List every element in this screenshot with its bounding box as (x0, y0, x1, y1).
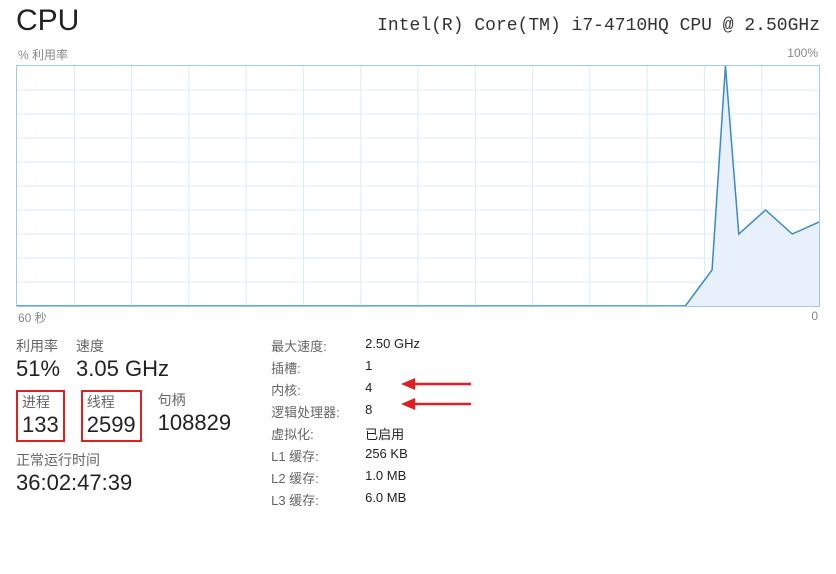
stat-handles-label: 句柄 (158, 390, 231, 410)
detail-logical-label: 逻辑处理器: (271, 402, 365, 421)
detail-cores-label: 内核: (271, 380, 365, 399)
detail-l3-value: 6.0 MB (365, 490, 406, 509)
detail-logical: 逻辑处理器: 8 (271, 402, 420, 421)
stat-utilization-label: 利用率 (16, 336, 60, 356)
stats-section: 利用率 51% 速度 3.05 GHz 进程 133 线程 2599 句柄 10… (16, 336, 820, 509)
left-stats: 利用率 51% 速度 3.05 GHz 进程 133 线程 2599 句柄 10… (16, 336, 231, 509)
cpu-chart (16, 65, 820, 307)
detail-l2-value: 1.0 MB (365, 468, 406, 487)
chart-y-max: 100% (787, 46, 818, 63)
stat-processes-highlighted: 进程 133 (16, 390, 65, 442)
detail-virtualization-label: 虚拟化: (271, 424, 365, 443)
detail-l1: L1 缓存: 256 KB (271, 446, 420, 465)
chart-x-min: 0 (811, 309, 818, 326)
detail-l2-label: L2 缓存: (271, 468, 365, 487)
chart-bottom-labels: 60 秒 0 (16, 307, 820, 336)
stat-handles-value: 108829 (158, 410, 231, 436)
detail-max-speed-value: 2.50 GHz (365, 336, 420, 355)
detail-sockets-label: 插槽: (271, 358, 365, 377)
detail-l3: L3 缓存: 6.0 MB (271, 490, 420, 509)
header: CPU Intel(R) Core(TM) i7-4710HQ CPU @ 2.… (16, 0, 820, 46)
page-title: CPU (16, 4, 79, 38)
stat-uptime: 正常运行时间 36:02:47:39 (16, 450, 132, 496)
detail-l3-label: L3 缓存: (271, 490, 365, 509)
chart-top-labels: % 利用率 100% (16, 46, 820, 65)
detail-max-speed: 最大速度: 2.50 GHz (271, 336, 420, 355)
stat-speed-value: 3.05 GHz (76, 356, 169, 382)
chart-x-max: 60 秒 (18, 309, 47, 326)
detail-logical-value: 8 (365, 402, 372, 421)
chart-y-axis-label: % 利用率 (18, 46, 68, 63)
cpu-chart-svg (17, 66, 819, 306)
stat-uptime-label: 正常运行时间 (16, 450, 132, 470)
detail-cores-value: 4 (365, 380, 372, 399)
stat-utilization-value: 51% (16, 356, 60, 382)
detail-l1-value: 256 KB (365, 446, 408, 465)
detail-virtualization-value: 已启用 (365, 424, 404, 443)
stat-processes-label: 进程 (22, 392, 59, 412)
right-stats: 最大速度: 2.50 GHz 插槽: 1 内核: 4 逻辑处理器: 8 虚拟化:… (271, 336, 420, 509)
stat-threads-value: 2599 (87, 412, 136, 438)
stat-speed: 速度 3.05 GHz (76, 336, 169, 382)
detail-l1-label: L1 缓存: (271, 446, 365, 465)
detail-l2: L2 缓存: 1.0 MB (271, 468, 420, 487)
stat-utilization: 利用率 51% (16, 336, 60, 382)
detail-max-speed-label: 最大速度: (271, 336, 365, 355)
stat-speed-label: 速度 (76, 336, 169, 356)
stat-threads-highlighted: 线程 2599 (81, 390, 142, 442)
stat-threads-label: 线程 (87, 392, 136, 412)
stat-handles: 句柄 108829 (158, 390, 231, 436)
detail-sockets: 插槽: 1 (271, 358, 420, 377)
stat-processes-value: 133 (22, 412, 59, 438)
detail-sockets-value: 1 (365, 358, 372, 377)
detail-virtualization: 虚拟化: 已启用 (271, 424, 420, 443)
stat-uptime-value: 36:02:47:39 (16, 470, 132, 496)
cpu-model: Intel(R) Core(TM) i7-4710HQ CPU @ 2.50GH… (377, 16, 820, 36)
detail-cores: 内核: 4 (271, 380, 420, 399)
